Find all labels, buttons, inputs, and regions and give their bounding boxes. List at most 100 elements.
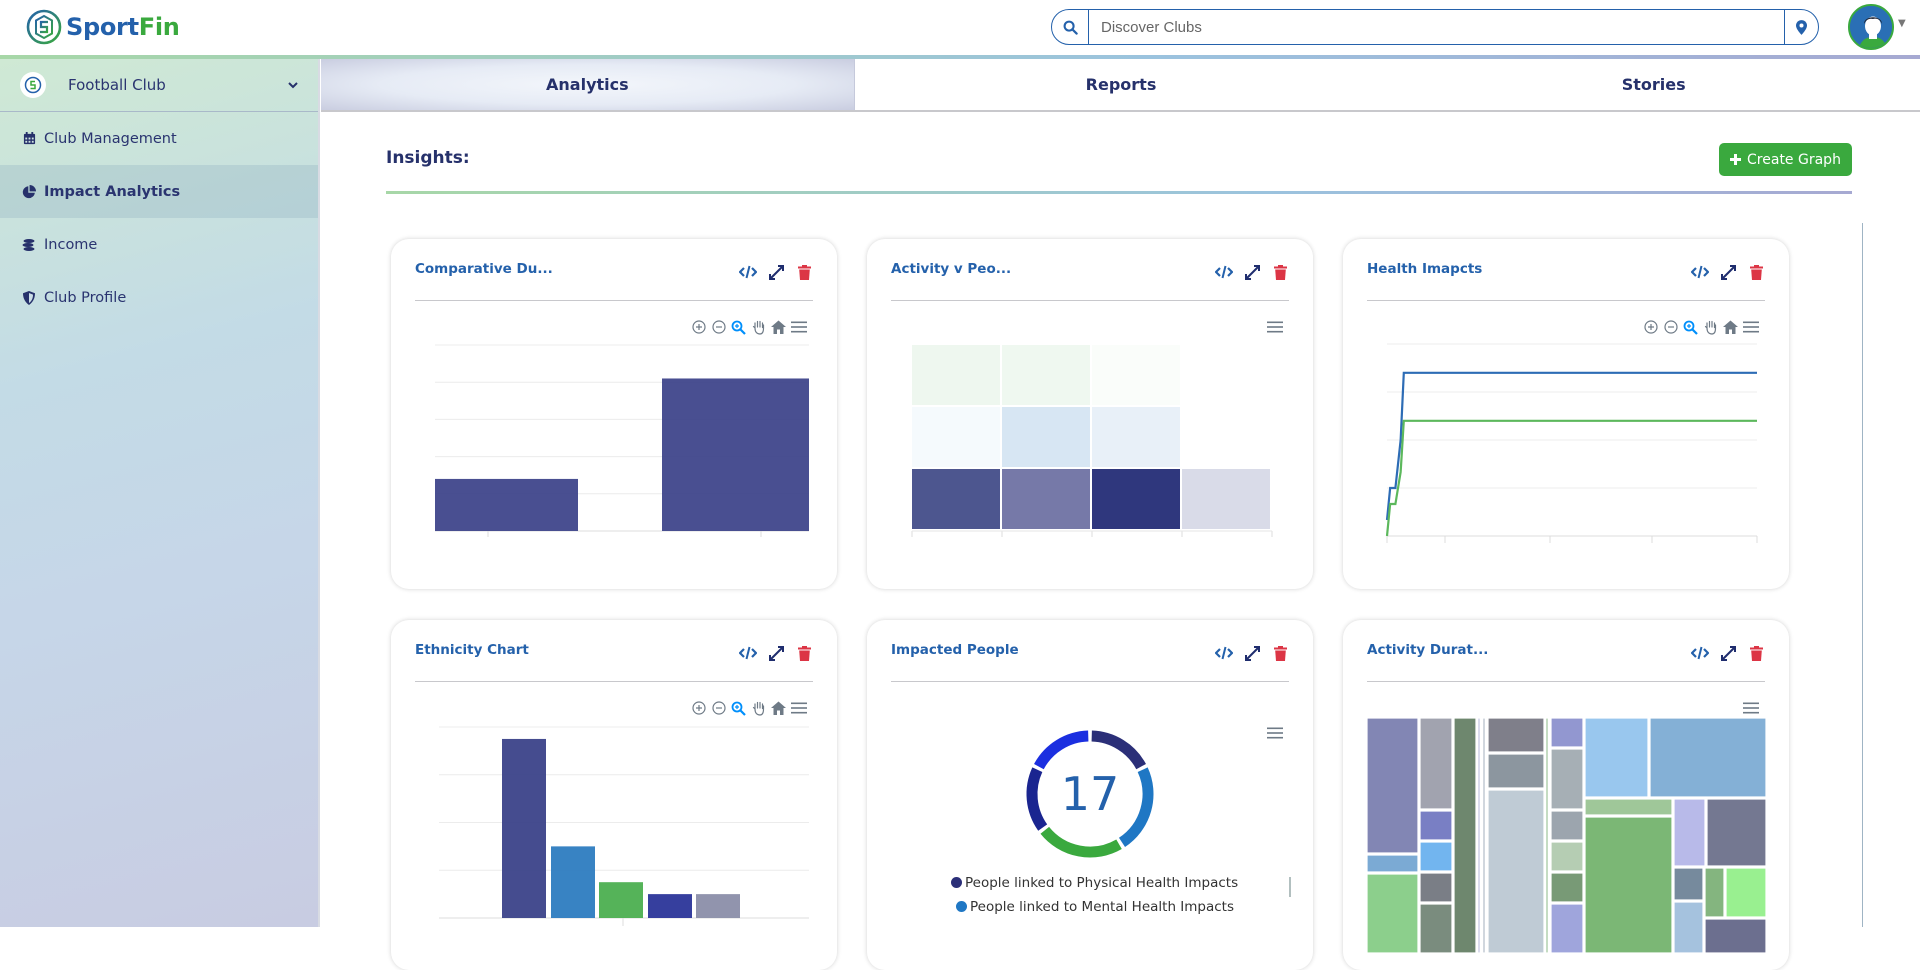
sportfin-logo[interactable]: SportFin <box>26 8 180 46</box>
comparative-duration-card: Comparative Du... <box>391 239 837 589</box>
donut-slice <box>1034 730 1089 770</box>
tab-stories[interactable]: Stories <box>1387 59 1920 110</box>
pan-hand-icon[interactable] <box>1702 319 1719 335</box>
legend-label: People linked to Mental Health Impacts <box>970 899 1235 915</box>
chevron-down-icon[interactable] <box>288 78 298 92</box>
zoom-out-icon[interactable] <box>710 700 727 716</box>
sidebar: Football Club Club Management Impact Ana… <box>0 59 320 927</box>
treemap-tile <box>1584 798 1673 816</box>
treemap-tile <box>1419 717 1453 810</box>
selection-zoom-icon[interactable] <box>730 319 747 335</box>
chart-toolbar <box>1642 319 1759 335</box>
bar <box>551 846 595 918</box>
legend-item[interactable]: People linked to Physical Health Impacts <box>951 875 1238 891</box>
impacted-people-card: Impacted People 17 People linked to Phys… <box>867 620 1313 970</box>
coins-icon <box>22 238 36 252</box>
bar <box>662 378 809 531</box>
zoom-in-icon[interactable] <box>690 700 707 716</box>
brand-name: SportFin <box>66 13 180 41</box>
home-reset-icon[interactable] <box>1722 319 1739 335</box>
discover-clubs-input[interactable] <box>1089 10 1784 44</box>
create-graph-button[interactable]: Create Graph <box>1719 143 1852 176</box>
pan-hand-icon[interactable] <box>750 319 767 335</box>
chart-toolbar <box>1266 725 1283 741</box>
treemap-tile <box>1584 816 1673 954</box>
menu-icon[interactable] <box>1266 319 1283 335</box>
treemap-tile <box>1550 872 1584 903</box>
legend-label: People linked to Physical Health Impacts <box>965 875 1239 891</box>
chart-canvas <box>439 726 809 926</box>
sportfin-logo-icon <box>26 9 62 45</box>
zoom-out-icon[interactable] <box>710 319 727 335</box>
treemap-tile <box>1673 798 1706 867</box>
treemap-tile <box>1550 717 1584 748</box>
sidebar-item-label: Club Profile <box>44 289 127 306</box>
sidebar-item-club-profile[interactable]: Club Profile <box>0 271 318 324</box>
line-series <box>1385 419 1757 537</box>
selection-zoom-icon[interactable] <box>730 700 747 716</box>
treemap-tile <box>1419 903 1453 954</box>
treemap-tile <box>1366 854 1419 873</box>
sidebar-item-label: Income <box>44 236 98 253</box>
treemap-tile <box>1550 810 1584 841</box>
chart-canvas <box>435 344 809 537</box>
bar <box>696 894 740 918</box>
chart-toolbar <box>1742 700 1759 716</box>
bar <box>502 738 546 918</box>
heatmap-cell <box>912 345 1000 405</box>
heatmap-cell <box>912 407 1000 467</box>
treemap-tile <box>1584 717 1649 798</box>
content-scrollbar[interactable] <box>1862 223 1863 927</box>
menu-icon[interactable] <box>1742 319 1759 335</box>
donut-slice <box>1040 826 1122 858</box>
treemap-tile <box>1673 901 1704 954</box>
chart-toolbar <box>690 319 807 335</box>
shield-icon <box>22 290 36 305</box>
search-icon[interactable] <box>1052 10 1089 44</box>
menu-icon[interactable] <box>790 319 807 335</box>
user-menu-caret-icon[interactable]: ▼ <box>1898 18 1906 29</box>
legend-item[interactable]: People linked to Mental Health Impacts <box>956 899 1234 915</box>
treemap-tile <box>1419 872 1453 903</box>
sidebar-item-impact-analytics[interactable]: Impact Analytics <box>0 165 318 218</box>
legend-marker <box>951 877 962 888</box>
sidebar-item-income[interactable]: Income <box>0 218 318 271</box>
user-avatar[interactable] <box>1848 4 1894 50</box>
location-pin-icon[interactable] <box>1784 10 1818 44</box>
heatmap-cell <box>1182 469 1270 529</box>
menu-icon[interactable] <box>790 700 807 716</box>
zoom-in-icon[interactable] <box>690 319 707 335</box>
menu-icon[interactable] <box>1266 725 1283 741</box>
treemap-tile <box>1550 748 1584 810</box>
pan-hand-icon[interactable] <box>750 700 767 716</box>
club-search-bar <box>1051 9 1819 45</box>
heatmap-cell <box>1092 345 1180 405</box>
donut-slice <box>1091 730 1146 770</box>
treemap-tile <box>1550 903 1584 954</box>
tab-analytics[interactable]: Analytics <box>321 59 855 110</box>
line-series <box>1385 371 1757 521</box>
zoom-in-icon[interactable] <box>1642 319 1659 335</box>
treemap-tile <box>1453 717 1477 954</box>
treemap-tile <box>1704 918 1767 954</box>
zoom-out-icon[interactable] <box>1662 319 1679 335</box>
ethnicity-chart-card: Ethnicity Chart <box>391 620 837 970</box>
treemap-tile <box>1649 717 1767 798</box>
bar <box>435 478 578 531</box>
menu-icon[interactable] <box>1742 700 1759 716</box>
treemap-tile <box>1419 810 1453 841</box>
home-reset-icon[interactable] <box>770 700 787 716</box>
chart-canvas <box>1366 717 1767 954</box>
bar <box>648 894 692 918</box>
chart-toolbar <box>690 700 807 716</box>
bar <box>599 882 643 918</box>
main-tabs: Analytics Reports Stories <box>321 59 1920 112</box>
activity-vs-people-card: Activity v Peo... <box>867 239 1313 589</box>
selection-zoom-icon[interactable] <box>1682 319 1699 335</box>
treemap-tile <box>1487 789 1545 954</box>
home-reset-icon[interactable] <box>770 319 787 335</box>
chart-canvas: 17 <box>1026 730 1291 897</box>
tab-reports[interactable]: Reports <box>854 59 1388 110</box>
sidebar-item-club-management[interactable]: Club Management <box>0 112 318 165</box>
club-selector[interactable]: Football Club <box>0 59 318 112</box>
